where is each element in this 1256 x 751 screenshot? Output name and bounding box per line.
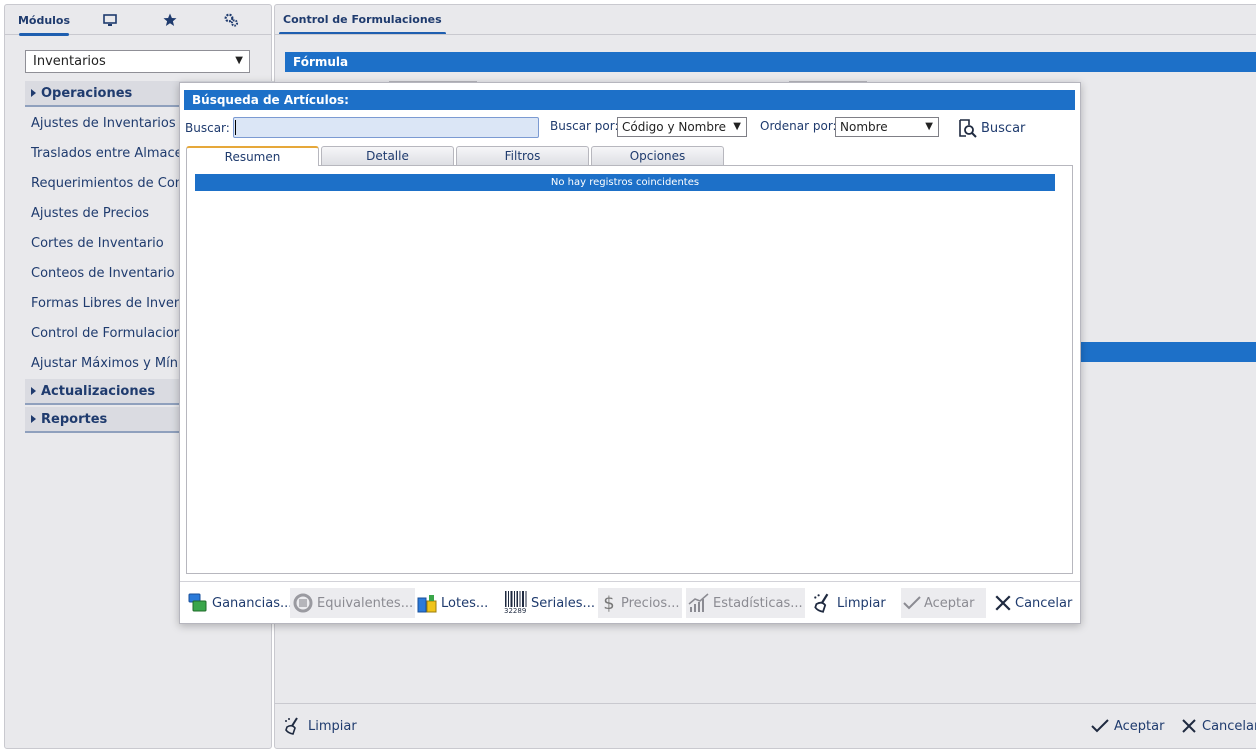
results-panel: No hay registros coincidentes [186, 165, 1073, 574]
buscar-label: Buscar: [185, 121, 230, 135]
buscar-por-select[interactable]: Código y Nombre ▼ [617, 117, 747, 137]
tab-favorites[interactable] [155, 5, 185, 35]
empty-results-message: No hay registros coincidentes [195, 174, 1055, 191]
dialog-footer-divider [180, 581, 1080, 582]
module-select-value: Inventarios [33, 54, 106, 69]
tab-detalle[interactable]: Detalle [321, 146, 454, 165]
sidebar-item-ajustes-inventarios[interactable]: Ajustes de Inventarios [31, 114, 176, 134]
limpiar-button[interactable]: Limpiar [810, 588, 888, 618]
group-label: Actualizaciones [41, 383, 156, 399]
ordenar-por-label: Ordenar por: [760, 119, 837, 133]
equivalentes-button[interactable]: Equivalentes... [290, 588, 416, 618]
sidebar-item-cortes[interactable]: Cortes de Inventario [31, 234, 164, 254]
tab-control-formulaciones[interactable]: Control de Formulaciones [279, 5, 446, 35]
seriales-label: Seriales... [531, 595, 595, 611]
dropdown-arrow-icon: ▼ [925, 121, 933, 132]
section-header-formula: Fórmula [285, 52, 1256, 72]
caret-right-icon [31, 89, 36, 97]
monitor-icon [103, 13, 117, 26]
estadisticas-button[interactable]: Estadísticas... [686, 588, 805, 618]
tab-settings[interactable] [216, 5, 246, 35]
ordenar-por-select[interactable]: Nombre ▼ [835, 117, 939, 137]
aceptar-label: Aceptar [924, 595, 975, 611]
sidebar-tabs: Módulos [5, 5, 271, 36]
main-limpiar-label: Limpiar [308, 718, 357, 734]
dropdown-arrow-icon: ▼ [235, 55, 243, 66]
precios-button[interactable]: $ Precios... [598, 588, 682, 618]
tab-opciones[interactable]: Opciones [591, 146, 724, 165]
main-cancelar-label: Cancelar [1202, 718, 1256, 734]
group-label: Reportes [41, 411, 108, 427]
cancelar-label: Cancelar [1015, 595, 1073, 611]
buscar-button[interactable]: Buscar [957, 117, 1025, 139]
group-label: Operaciones [41, 85, 133, 101]
main-aceptar-label: Aceptar [1114, 718, 1165, 734]
check-icon [903, 596, 921, 610]
caret-right-icon [31, 415, 36, 423]
sidebar-item-control-formulaciones[interactable]: Control de Formulaciones [31, 324, 197, 344]
sidebar-item-conteos[interactable]: Conteos de Inventario [31, 264, 175, 284]
sidebar-item-ajustes-precios[interactable]: Ajustes de Precios [31, 204, 149, 224]
lotes-label: Lotes... [441, 595, 489, 611]
tab-desktop[interactable] [95, 5, 125, 35]
text-cursor [235, 120, 236, 135]
buscar-button-label: Buscar [981, 120, 1026, 136]
lotes-icon [417, 595, 437, 613]
main-aceptar-button[interactable]: Aceptar [1091, 715, 1164, 737]
broom-icon [814, 593, 829, 613]
limpiar-label: Limpiar [837, 595, 886, 611]
ganancias-label: Ganancias... [212, 595, 293, 611]
busqueda-articulos-dialog: Búsqueda de Artículos: Buscar: Buscar po… [179, 82, 1081, 624]
close-icon [1182, 719, 1196, 733]
section-title: Fórmula [293, 55, 349, 69]
close-icon [995, 595, 1011, 611]
barcode-icon: 32289 [504, 590, 528, 616]
search-icon [959, 119, 977, 138]
tab-modulos-label: Módulos [17, 13, 71, 27]
check-icon [1091, 719, 1109, 733]
barcode-number: 32289 [504, 607, 527, 615]
equivalentes-icon [293, 593, 313, 613]
ordenar-por-value: Nombre [840, 120, 888, 134]
ganancias-icon [188, 593, 207, 612]
cancelar-button[interactable]: Cancelar [992, 588, 1074, 618]
tab-modulos[interactable]: Módulos [17, 5, 71, 36]
search-input[interactable] [233, 117, 539, 138]
tab-filtros[interactable]: Filtros [456, 146, 589, 165]
chart-icon [688, 593, 709, 612]
broom-icon [285, 717, 298, 735]
ganancias-button[interactable]: Ganancias... [185, 588, 294, 618]
gears-icon [224, 13, 238, 27]
footer-divider [275, 703, 1256, 704]
buscar-por-label: Buscar por: [550, 119, 619, 133]
buscar-por-value: Código y Nombre [622, 120, 727, 134]
dollar-icon: $ [603, 592, 615, 614]
tab-resumen[interactable]: Resumen [186, 146, 319, 166]
tab-divider [275, 34, 1256, 35]
dialog-title: Búsqueda de Artículos: [184, 90, 1075, 110]
star-icon [163, 13, 177, 26]
aceptar-button[interactable]: Aceptar [901, 588, 987, 618]
equivalentes-label: Equivalentes... [317, 595, 414, 611]
main-cancelar-button[interactable]: Cancelar [1181, 715, 1256, 737]
lotes-button[interactable]: Lotes... [414, 588, 490, 618]
main-limpiar-button[interactable]: Limpiar [283, 715, 357, 737]
dropdown-arrow-icon: ▼ [733, 121, 741, 132]
estadisticas-label: Estadísticas... [713, 595, 803, 611]
seriales-button[interactable]: 32289 Seriales... [502, 588, 597, 618]
precios-label: Precios... [621, 595, 680, 611]
module-select[interactable]: Inventarios ▼ [25, 50, 250, 73]
caret-right-icon [31, 387, 36, 395]
